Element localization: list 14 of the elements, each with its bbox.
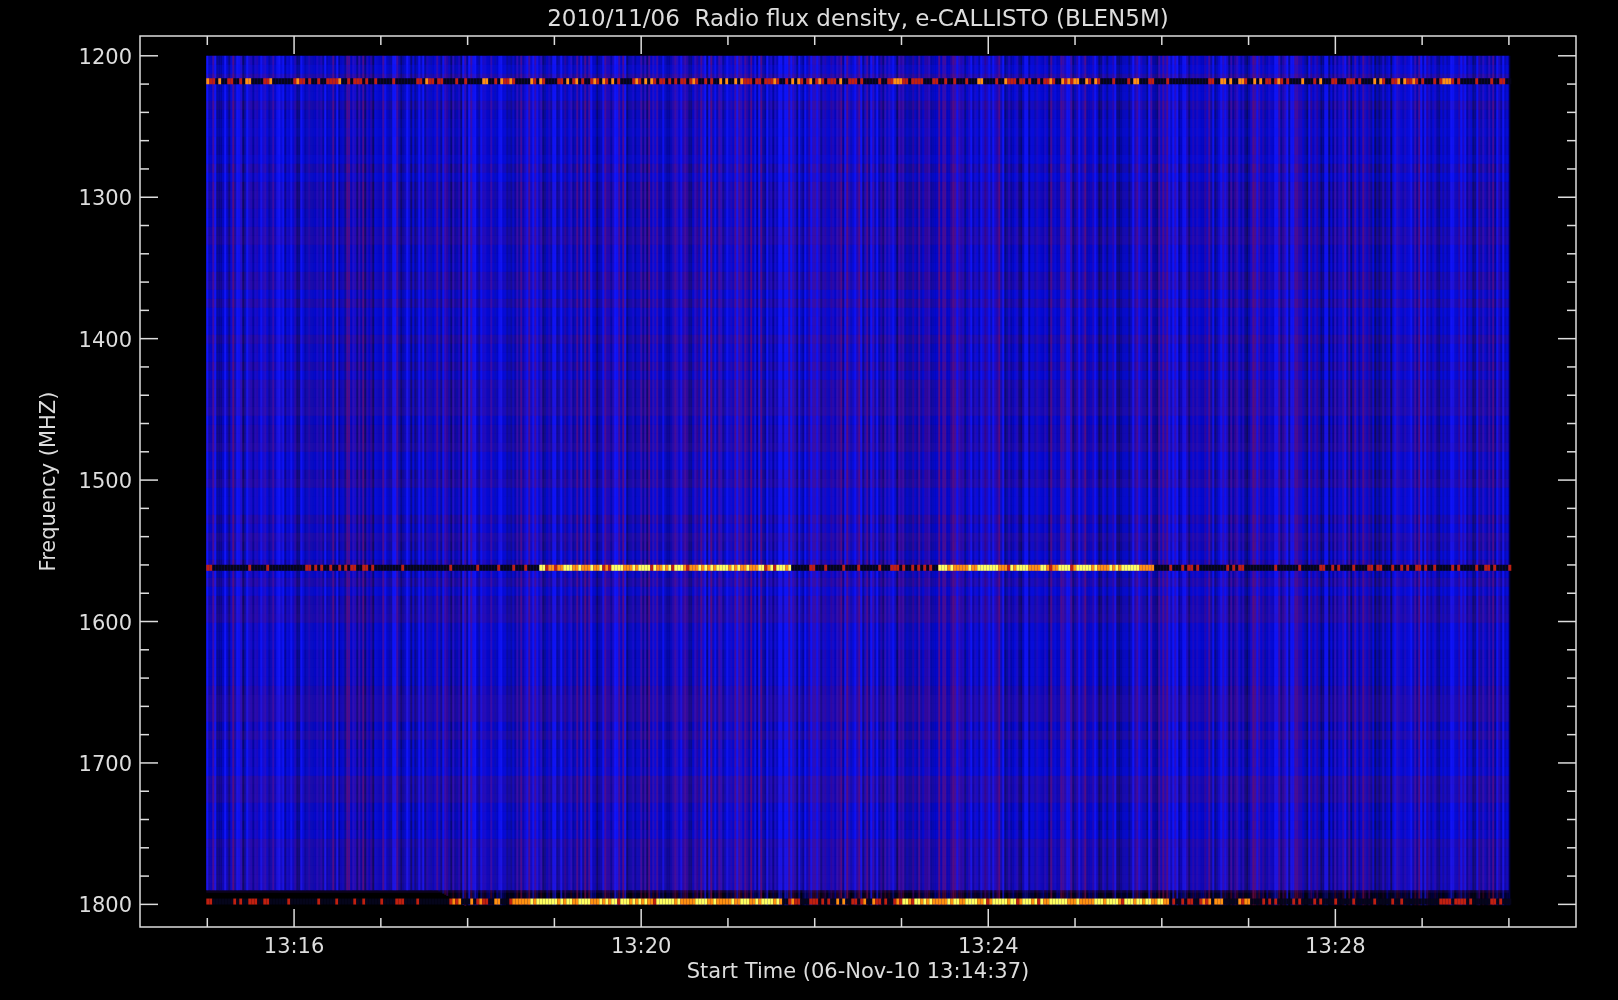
tick-label: 13:24 — [958, 934, 1019, 958]
tick-label: 1300 — [78, 186, 132, 211]
tick-label: 1700 — [78, 751, 132, 776]
chart-title: 2010/11/06 Radio flux density, e-CALLISTO (BLEN5M) — [547, 5, 1169, 31]
tick-label: 1200 — [78, 44, 132, 69]
tick-label: 13:28 — [1305, 934, 1366, 958]
tick-label: 13:20 — [610, 934, 672, 958]
y-axis-label: Frequency (MHZ) — [36, 391, 60, 572]
tick-label: 1400 — [78, 327, 132, 352]
tick-label: 13:16 — [263, 934, 325, 958]
tick-label: 1500 — [78, 469, 132, 494]
tick-label: 1600 — [78, 610, 132, 635]
x-axis-label: Start Time (06-Nov-10 13:14:37) — [686, 959, 1030, 983]
tick-label: 1800 — [78, 893, 132, 918]
